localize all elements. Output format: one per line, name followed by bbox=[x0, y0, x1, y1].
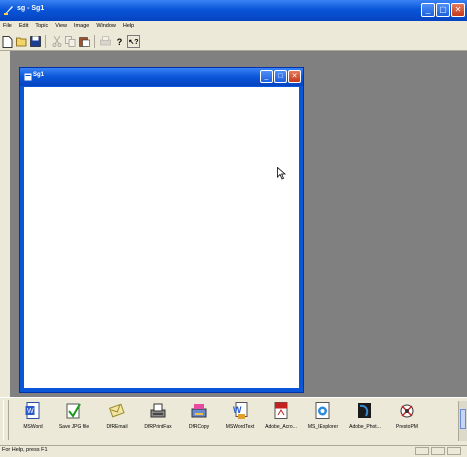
new-document-icon bbox=[2, 35, 13, 48]
document-canvas[interactable] bbox=[24, 87, 299, 388]
menu-window[interactable]: Window bbox=[93, 23, 120, 29]
launcher-item-adobe-acrobat[interactable]: Adobe_Acro... bbox=[260, 402, 302, 430]
save-disk-icon bbox=[30, 36, 41, 47]
child-close-button[interactable]: ✕ bbox=[288, 70, 301, 83]
launcher-item-save-jpg[interactable]: Save JPG file bbox=[53, 402, 95, 430]
minimize-icon: _ bbox=[264, 73, 269, 80]
child-window[interactable]: Sg1 _ □ ✕ bbox=[19, 67, 304, 393]
scrollbar-thumb[interactable] bbox=[460, 409, 466, 429]
launcher-label: Adobe_Phot... bbox=[349, 424, 381, 430]
word-document-icon: W bbox=[25, 402, 40, 419]
status-panel bbox=[415, 447, 429, 455]
window-title: sg - Sg1 bbox=[17, 5, 45, 12]
menu-edit[interactable]: Edit bbox=[16, 23, 32, 29]
launcher-item-mswordtext[interactable]: W MSWordText bbox=[219, 402, 261, 430]
help-button[interactable]: ? bbox=[113, 35, 126, 48]
launcher-item-msword[interactable]: W MSWord bbox=[12, 402, 54, 430]
context-help-button[interactable]: ↖? bbox=[127, 35, 140, 48]
open-button[interactable] bbox=[15, 35, 28, 48]
photoshop-icon bbox=[358, 403, 371, 418]
launcher-bar: W MSWord Save JPG file DfREmail DfRPrint… bbox=[0, 397, 467, 445]
launcher-item-ms-iexplorer[interactable]: MS_IExplorer bbox=[302, 402, 344, 430]
internet-explorer-icon bbox=[315, 402, 330, 419]
launcher-label: DfRCopy bbox=[188, 424, 210, 430]
new-button[interactable] bbox=[1, 35, 14, 48]
status-panel bbox=[431, 447, 445, 455]
child-window-title: Sg1 bbox=[33, 72, 45, 78]
launcher-grip[interactable] bbox=[3, 400, 9, 440]
launcher-label: DfRPrintFax bbox=[144, 424, 172, 430]
launcher-label: MSWordText bbox=[225, 424, 255, 430]
email-icon bbox=[109, 403, 125, 418]
restore-icon: ▢ bbox=[439, 5, 447, 14]
status-panel bbox=[447, 447, 461, 455]
close-icon: ✕ bbox=[454, 5, 462, 14]
close-button[interactable]: ✕ bbox=[451, 3, 465, 17]
paste-icon bbox=[79, 37, 90, 47]
menu-image[interactable]: Image bbox=[71, 23, 93, 29]
copy-button[interactable] bbox=[64, 35, 77, 48]
minimize-icon: _ bbox=[425, 5, 431, 14]
menu-topic[interactable]: Topic bbox=[32, 23, 52, 29]
launcher-label: Adobe_Acro... bbox=[265, 424, 297, 430]
print-fax-icon bbox=[150, 403, 166, 418]
status-bar: For Help, press F1 bbox=[0, 445, 467, 457]
app-icon bbox=[4, 6, 13, 15]
child-minimize-button[interactable]: _ bbox=[260, 70, 273, 83]
document-icon bbox=[24, 73, 32, 81]
word-text-icon: W bbox=[233, 402, 248, 419]
launcher-label: MS_IExplorer bbox=[307, 424, 339, 430]
toolbar-separator bbox=[45, 35, 46, 48]
acrobat-icon bbox=[274, 402, 288, 419]
save-jpg-icon bbox=[66, 403, 81, 419]
launcher-item-prestopm[interactable]: PrestoPM bbox=[386, 402, 428, 430]
mdi-workspace: Sg1 _ □ ✕ bbox=[10, 51, 467, 397]
cut-icon bbox=[52, 36, 61, 47]
print-icon bbox=[100, 36, 111, 46]
launcher-label: MSWord bbox=[23, 424, 43, 430]
launcher-label: PrestoPM bbox=[396, 424, 418, 430]
child-title-bar[interactable]: Sg1 _ □ ✕ bbox=[20, 68, 303, 86]
mouse-pointer-icon bbox=[277, 167, 286, 180]
copy-icon bbox=[65, 36, 76, 47]
svg-text:W: W bbox=[27, 408, 34, 415]
launcher-scrollbar[interactable] bbox=[458, 401, 467, 441]
toolbar: ? ↖? bbox=[0, 33, 467, 51]
launcher-label: Save JPG file bbox=[58, 424, 90, 430]
save-button[interactable] bbox=[29, 35, 42, 48]
toolbar-separator bbox=[94, 35, 95, 48]
menu-help[interactable]: Help bbox=[120, 23, 138, 29]
child-maximize-button[interactable]: □ bbox=[274, 70, 287, 83]
copy-machine-icon bbox=[191, 404, 207, 418]
cut-button[interactable] bbox=[50, 35, 63, 48]
prestopm-icon bbox=[400, 404, 414, 418]
launcher-item-dfrprintfax[interactable]: DfRPrintFax bbox=[137, 402, 179, 430]
minimize-button[interactable]: _ bbox=[421, 3, 435, 17]
launcher-label: DfREmail bbox=[106, 424, 128, 430]
context-help-icon: ↖? bbox=[128, 38, 139, 46]
print-button[interactable] bbox=[99, 35, 112, 48]
menu-bar: File Edit Topic View Image Window Help bbox=[0, 21, 467, 31]
maximize-button[interactable]: ▢ bbox=[436, 3, 450, 17]
paste-button[interactable] bbox=[78, 35, 91, 48]
open-folder-icon bbox=[15, 37, 26, 47]
main-title-bar[interactable]: sg - Sg1 _ ▢ ✕ bbox=[0, 0, 467, 21]
launcher-item-adobe-photoshop[interactable]: Adobe_Phot... bbox=[344, 402, 386, 430]
help-icon: ? bbox=[116, 36, 123, 47]
svg-text:W: W bbox=[233, 405, 242, 415]
menu-file[interactable]: File bbox=[0, 23, 16, 29]
launcher-item-dfrcopy[interactable]: DfRCopy bbox=[178, 402, 220, 430]
maximize-icon: □ bbox=[278, 73, 283, 80]
close-icon: ✕ bbox=[291, 73, 298, 80]
launcher-item-dfremail[interactable]: DfREmail bbox=[96, 402, 138, 430]
status-text: For Help, press F1 bbox=[2, 447, 48, 453]
menu-view[interactable]: View bbox=[52, 23, 71, 29]
